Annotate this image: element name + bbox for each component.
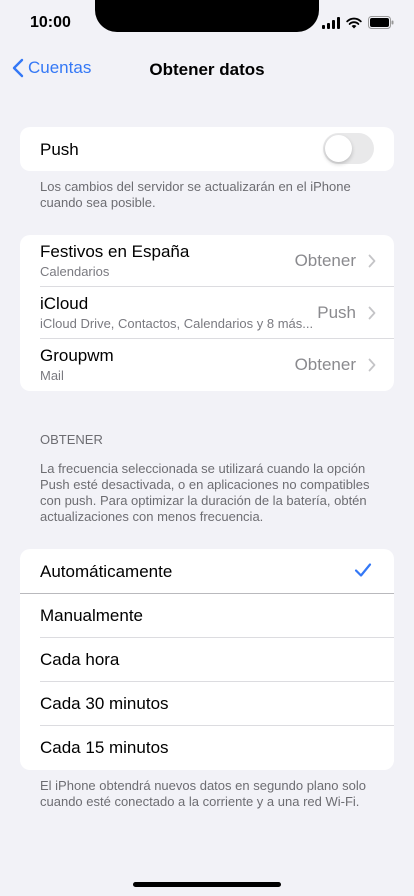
- fetch-footer: El iPhone obtendrá nuevos datos en segun…: [40, 778, 366, 809]
- accounts-group: Festivos en España Calendarios Obtener i…: [20, 235, 394, 391]
- status-bar: 10:00: [0, 0, 414, 48]
- fetch-option-label: Cada 15 minutos: [40, 738, 169, 757]
- push-toggle[interactable]: [323, 133, 374, 164]
- chevron-right-icon: [368, 254, 376, 268]
- notch: [95, 0, 319, 32]
- account-detail: Calendarios: [40, 264, 110, 279]
- chevron-right-icon: [368, 358, 376, 372]
- push-row: Push: [20, 127, 394, 171]
- fetch-section-header: OBTENER: [40, 432, 103, 447]
- home-indicator[interactable]: [133, 882, 281, 887]
- page-title: Obtener datos: [149, 60, 265, 79]
- wifi-icon: [346, 17, 362, 29]
- fetch-option-label: Cada hora: [40, 650, 120, 669]
- account-row-icloud[interactable]: iCloud iCloud Drive, Contactos, Calendar…: [20, 287, 394, 339]
- status-time: 10:00: [30, 14, 71, 31]
- checkmark-icon: [354, 563, 372, 577]
- account-detail: iCloud Drive, Contactos, Calendarios y 8…: [40, 316, 314, 331]
- account-row-festivos[interactable]: Festivos en España Calendarios Obtener: [20, 235, 394, 287]
- fetch-option-automatic[interactable]: Automáticamente: [20, 549, 394, 594]
- account-row-groupwm[interactable]: Groupwm Mail Obtener: [20, 339, 394, 391]
- cellular-signal-icon: [322, 16, 340, 29]
- battery-icon: [368, 16, 394, 29]
- account-name: iCloud: [40, 294, 89, 313]
- toggle-knob: [325, 135, 352, 162]
- push-footer: Los cambios del servidor se actualizarán…: [40, 179, 351, 210]
- account-name: Groupwm: [40, 346, 114, 365]
- fetch-option-label: Cada 30 minutos: [40, 694, 169, 713]
- fetch-option-15-min[interactable]: Cada 15 minutos: [20, 726, 394, 770]
- account-name: Festivos en España: [40, 242, 190, 261]
- fetch-option-hourly[interactable]: Cada hora: [20, 638, 394, 682]
- fetch-option-manual[interactable]: Manualmente: [20, 594, 394, 638]
- push-group: Push: [20, 127, 394, 171]
- navigation-bar: Cuentas Obtener datos: [0, 52, 414, 88]
- account-detail: Mail: [40, 368, 64, 383]
- fetch-description: La frecuencia seleccionada se utilizará …: [40, 461, 370, 524]
- fetch-option-label: Manualmente: [40, 606, 144, 625]
- account-fetch-value: Push: [313, 303, 356, 323]
- fetch-options-group: Automáticamente Manualmente Cada hora Ca…: [20, 549, 394, 770]
- status-icons: [322, 16, 394, 29]
- account-fetch-value: Obtener: [294, 355, 356, 374]
- fetch-option-30-min[interactable]: Cada 30 minutos: [20, 682, 394, 726]
- push-label: Push: [40, 140, 79, 159]
- account-fetch-value: Obtener: [294, 251, 356, 270]
- fetch-option-label: Automáticamente: [40, 562, 173, 581]
- chevron-right-icon: [368, 306, 376, 320]
